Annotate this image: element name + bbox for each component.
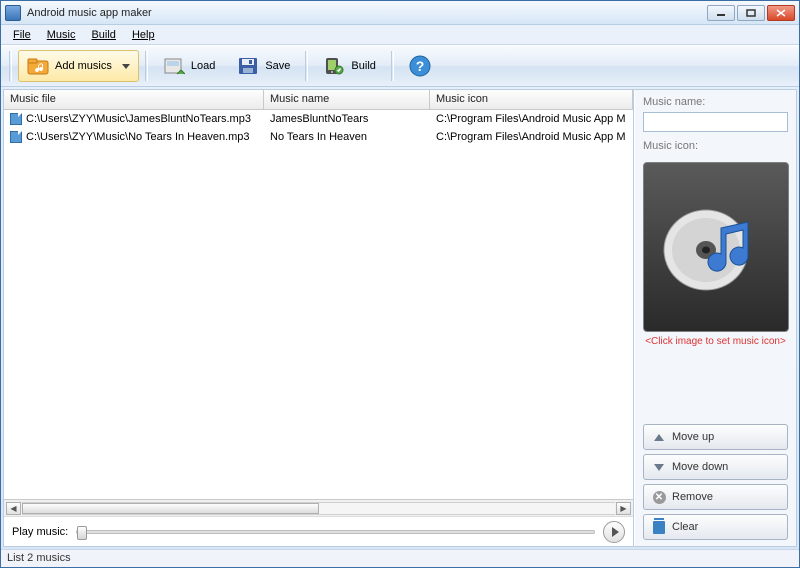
content-area: Music file Music name Music icon C:\User… <box>3 89 797 547</box>
play-slider[interactable] <box>76 530 595 534</box>
play-label: Play music: <box>12 526 68 538</box>
statusbar: List 2 musics <box>1 549 799 567</box>
table-row[interactable]: C:\Users\ZYY\Music\No Tears In Heaven.mp… <box>4 128 633 146</box>
menu-build[interactable]: Build <box>83 27 123 43</box>
close-icon <box>776 9 786 17</box>
cell-icon: C:\Program Files\Android Music App M <box>430 131 633 143</box>
music-icon-label: Music icon: <box>643 140 788 152</box>
table-header: Music file Music name Music icon <box>4 90 633 110</box>
cell-name: JamesBluntNoTears <box>264 113 430 125</box>
save-label: Save <box>265 60 290 72</box>
titlebar[interactable]: Android music app maker <box>1 1 799 25</box>
add-musics-button[interactable]: Add musics <box>18 50 139 82</box>
svg-text:?: ? <box>416 58 425 74</box>
status-text: List 2 musics <box>7 552 71 564</box>
trash-icon <box>652 520 666 534</box>
side-buttons: Move up Move down ✕ Remove Clear <box>643 424 788 540</box>
minimize-button[interactable] <box>707 5 735 21</box>
move-up-label: Move up <box>672 431 714 443</box>
clear-label: Clear <box>672 521 698 533</box>
properties-pane: Music name: Music icon: <Click image to … <box>634 90 796 546</box>
remove-label: Remove <box>672 491 713 503</box>
music-name-input[interactable] <box>643 112 788 132</box>
scroll-thumb[interactable] <box>22 503 319 514</box>
menu-help[interactable]: Help <box>124 27 163 43</box>
cell-icon: C:\Program Files\Android Music App M <box>430 113 633 125</box>
toolbar: Add musics Load Save Build ? <box>1 45 799 87</box>
app-window: Android music app maker File Music Build… <box>0 0 800 568</box>
music-icon-preview[interactable] <box>643 162 789 332</box>
maximize-button[interactable] <box>737 5 765 21</box>
audio-file-icon <box>10 131 22 143</box>
separator <box>305 51 308 81</box>
col-header-file[interactable]: Music file <box>4 90 264 109</box>
col-header-icon[interactable]: Music icon <box>430 90 633 109</box>
menu-file[interactable]: File <box>5 27 39 43</box>
table-row[interactable]: C:\Users\ZYY\Music\JamesBluntNoTears.mp3… <box>4 110 633 128</box>
arrow-up-icon <box>652 430 666 444</box>
h-scrollbar[interactable]: ◀ ▶ <box>4 499 633 516</box>
scroll-track[interactable] <box>22 502 615 515</box>
maximize-icon <box>746 9 756 17</box>
add-musics-label: Add musics <box>55 60 112 72</box>
scroll-right-button[interactable]: ▶ <box>616 502 631 515</box>
window-title: Android music app maker <box>27 7 707 19</box>
load-label: Load <box>191 60 215 72</box>
build-label: Build <box>351 60 375 72</box>
load-button[interactable]: Load <box>154 50 224 82</box>
cell-file: C:\Users\ZYY\Music\JamesBluntNoTears.mp3 <box>26 113 251 125</box>
move-down-button[interactable]: Move down <box>643 454 788 480</box>
scroll-left-button[interactable]: ◀ <box>6 502 21 515</box>
build-icon <box>323 55 345 77</box>
move-down-label: Move down <box>672 461 728 473</box>
minimize-icon <box>716 9 726 17</box>
window-controls <box>707 5 795 21</box>
save-icon <box>237 55 259 77</box>
play-row: Play music: <box>4 516 633 546</box>
remove-icon: ✕ <box>652 490 666 504</box>
music-list-pane: Music file Music name Music icon C:\User… <box>4 90 634 546</box>
close-button[interactable] <box>767 5 795 21</box>
play-button[interactable] <box>603 521 625 543</box>
col-header-name[interactable]: Music name <box>264 90 430 109</box>
save-button[interactable]: Save <box>228 50 299 82</box>
separator <box>145 51 148 81</box>
load-icon <box>163 55 185 77</box>
clear-button[interactable]: Clear <box>643 514 788 540</box>
app-icon <box>5 5 21 21</box>
slider-thumb[interactable] <box>77 526 87 540</box>
arrow-down-icon <box>652 460 666 474</box>
move-up-button[interactable]: Move up <box>643 424 788 450</box>
music-name-label: Music name: <box>643 96 788 108</box>
play-icon <box>612 527 619 537</box>
help-button[interactable]: ? <box>400 50 440 82</box>
audio-file-icon <box>10 113 22 125</box>
cell-name: No Tears In Heaven <box>264 131 430 143</box>
cell-file: C:\Users\ZYY\Music\No Tears In Heaven.mp… <box>26 131 250 143</box>
menubar: File Music Build Help <box>1 25 799 45</box>
icon-hint: <Click image to set music icon> <box>643 336 788 347</box>
separator <box>9 51 12 81</box>
separator <box>391 51 394 81</box>
build-button[interactable]: Build <box>314 50 384 82</box>
table-body[interactable]: C:\Users\ZYY\Music\JamesBluntNoTears.mp3… <box>4 110 633 499</box>
remove-button[interactable]: ✕ Remove <box>643 484 788 510</box>
help-icon: ? <box>409 55 431 77</box>
music-folder-icon <box>27 55 49 77</box>
cd-music-icon <box>656 192 776 302</box>
chevron-down-icon <box>122 64 130 69</box>
menu-music[interactable]: Music <box>39 27 84 43</box>
